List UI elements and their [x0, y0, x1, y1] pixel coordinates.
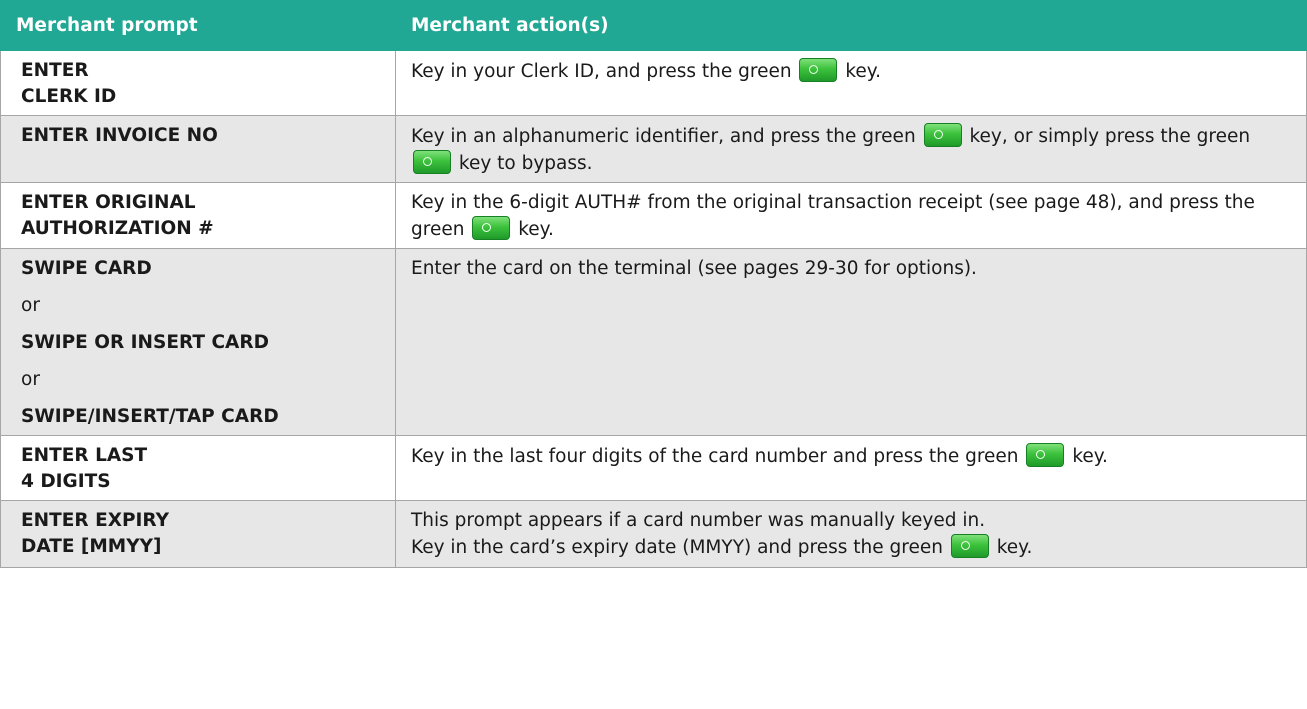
- prompt-text: CLERK ID: [21, 86, 117, 107]
- prompt-text: SWIPE OR INSERT CARD: [21, 332, 269, 353]
- header-merchant-actions: Merchant action(s): [395, 0, 1307, 51]
- action-text: key.: [518, 219, 554, 240]
- prompt-text: 4 DIGITS: [21, 471, 111, 492]
- prompt-cell: ENTER EXPIRY DATE [MMYY]: [0, 500, 396, 568]
- action-text: Key in an alphanumeric identifier, and p…: [411, 126, 916, 147]
- prompt-text: DATE [MMYY]: [21, 536, 162, 557]
- action-text: Key in the last four digits of the card …: [411, 446, 1019, 467]
- green-enter-key-icon: [1026, 443, 1065, 467]
- table-row: ENTER EXPIRY DATE [MMYY] This prompt app…: [0, 500, 1307, 568]
- action-cell: Enter the card on the terminal (see page…: [395, 248, 1307, 436]
- prompt-text: AUTHORIZATION #: [21, 218, 214, 239]
- prompt-text: ENTER INVOICE NO: [21, 125, 218, 146]
- header-merchant-prompt: Merchant prompt: [0, 0, 396, 51]
- table-row: ENTER LAST 4 DIGITS Key in the last four…: [0, 435, 1307, 501]
- action-text: key.: [1072, 446, 1108, 467]
- action-cell: Key in the 6-digit AUTH# from the origin…: [395, 182, 1307, 249]
- green-enter-key-icon: [413, 150, 451, 174]
- table-row: ENTER CLERK ID Key in your Clerk ID, and…: [0, 50, 1307, 116]
- action-text: key, or simply press the green: [969, 126, 1251, 147]
- green-enter-key-icon: [950, 534, 989, 558]
- action-text: key.: [996, 537, 1033, 558]
- prompt-text: ENTER EXPIRY: [21, 510, 170, 531]
- action-cell: Key in the last four digits of the card …: [395, 435, 1307, 501]
- table-row: SWIPE CARD or SWIPE OR INSERT CARD or SW…: [0, 248, 1307, 436]
- action-cell: This prompt appears if a card number was…: [395, 500, 1307, 568]
- prompt-cell: ENTER CLERK ID: [0, 50, 396, 116]
- prompt-text: SWIPE CARD: [21, 258, 152, 279]
- prompt-cell: ENTER INVOICE NO: [0, 115, 396, 183]
- action-text: Enter the card on the terminal (see page…: [411, 258, 977, 279]
- table-row: ENTER ORIGINAL AUTHORIZATION # Key in th…: [0, 182, 1307, 249]
- merchant-prompt-table: Merchant prompt Merchant action(s) ENTER…: [0, 0, 1307, 568]
- prompt-cell: ENTER ORIGINAL AUTHORIZATION #: [0, 182, 396, 249]
- prompt-text: ENTER ORIGINAL: [21, 192, 196, 213]
- table-header-row: Merchant prompt Merchant action(s): [0, 0, 1307, 51]
- green-enter-key-icon: [472, 216, 511, 240]
- prompt-cell: SWIPE CARD or SWIPE OR INSERT CARD or SW…: [0, 248, 396, 436]
- action-text: This prompt appears if a card number was…: [411, 510, 986, 531]
- action-cell: Key in your Clerk ID, and press the gree…: [395, 50, 1307, 116]
- action-text: key.: [845, 61, 882, 82]
- green-enter-key-icon: [799, 58, 838, 82]
- prompt-text: SWIPE/INSERT/TAP CARD: [21, 406, 279, 427]
- prompt-or-text: or: [21, 369, 40, 390]
- action-text: Key in your Clerk ID, and press the gree…: [411, 61, 792, 82]
- green-enter-key-icon: [923, 123, 962, 147]
- prompt-cell: ENTER LAST 4 DIGITS: [0, 435, 396, 501]
- action-text: key to bypass.: [458, 153, 593, 174]
- table-row: ENTER INVOICE NO Key in an alphanumeric …: [0, 115, 1307, 183]
- action-text: Key in the card’s expiry date (MMYY) and…: [411, 537, 943, 558]
- prompt-text: ENTER LAST: [21, 445, 148, 466]
- prompt-or-text: or: [21, 295, 40, 316]
- prompt-text: ENTER: [21, 60, 89, 81]
- action-cell: Key in an alphanumeric identifier, and p…: [395, 115, 1307, 183]
